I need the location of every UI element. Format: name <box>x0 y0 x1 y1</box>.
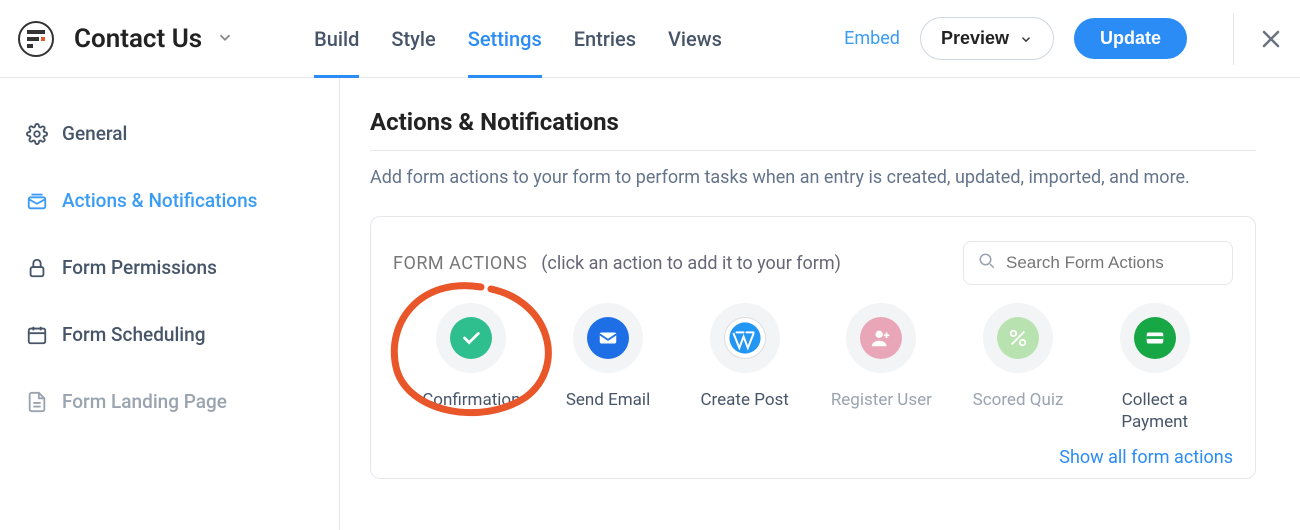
update-button[interactable]: Update <box>1074 18 1187 59</box>
sidebar-item-permissions[interactable]: Form Permissions <box>0 234 339 301</box>
sidebar-item-general[interactable]: General <box>0 100 339 167</box>
sidebar-item-label: General <box>62 122 127 145</box>
page-icon <box>26 391 48 413</box>
calendar-icon <box>26 324 48 346</box>
sidebar-item-label: Actions & Notifications <box>62 189 257 212</box>
sidebar-item-label: Form Permissions <box>62 256 217 279</box>
search-input[interactable] <box>1006 253 1218 273</box>
action-create-post[interactable]: Create Post <box>676 303 813 433</box>
tab-label: Build <box>314 27 359 51</box>
percent-icon <box>1007 327 1029 349</box>
actions-row: Confirmation Send Email <box>393 303 1233 433</box>
mail-stack-icon <box>26 190 48 212</box>
tab-label: Views <box>668 27 722 51</box>
sidebar-item-label: Form Scheduling <box>62 323 206 346</box>
sidebar-item-label: Form Landing Page <box>62 390 227 413</box>
panel-header: FORM ACTIONS (click an action to add it … <box>393 241 1233 285</box>
panel-label: FORM ACTIONS <box>393 253 527 274</box>
check-icon <box>460 327 482 349</box>
chevron-down-icon <box>1019 32 1033 46</box>
section-heading: Actions & Notifications <box>370 108 1256 151</box>
search-actions[interactable] <box>963 241 1233 285</box>
sidebar-item-landing[interactable]: Form Landing Page <box>0 368 339 435</box>
body: General Actions & Notifications Form Per… <box>0 78 1300 530</box>
header-tabs: Build Style Settings Entries Views <box>314 0 722 77</box>
tab-label: Settings <box>468 27 542 51</box>
title-dropdown[interactable] <box>216 28 234 50</box>
close-button[interactable] <box>1233 13 1282 65</box>
gear-icon <box>26 123 48 145</box>
action-label: Collect a Payment <box>1086 389 1223 433</box>
form-actions-panel: FORM ACTIONS (click an action to add it … <box>370 216 1256 479</box>
search-icon <box>978 252 996 274</box>
preview-button[interactable]: Preview <box>920 17 1054 60</box>
action-label: Create Post <box>700 389 788 411</box>
mail-icon <box>597 327 619 349</box>
tab-label: Entries <box>574 27 636 51</box>
action-label: Register User <box>831 389 932 411</box>
page-title: Contact Us <box>74 24 202 54</box>
tab-label: Style <box>391 27 435 51</box>
tab-style[interactable]: Style <box>391 0 435 77</box>
show-all-link[interactable]: Show all form actions <box>393 447 1233 468</box>
main-content: Actions & Notifications Add form actions… <box>340 78 1300 530</box>
tab-entries[interactable]: Entries <box>574 0 636 77</box>
lock-icon <box>26 257 48 279</box>
embed-link[interactable]: Embed <box>844 28 900 49</box>
action-label: Scored Quiz <box>973 389 1064 411</box>
user-plus-icon <box>870 327 892 349</box>
sidebar: General Actions & Notifications Form Per… <box>0 78 340 530</box>
panel-hint: (click an action to add it to your form) <box>541 253 841 274</box>
tab-settings[interactable]: Settings <box>468 0 542 77</box>
action-confirmation[interactable]: Confirmation <box>403 303 540 433</box>
action-label: Send Email <box>566 389 650 411</box>
preview-label: Preview <box>941 28 1009 49</box>
app-logo <box>18 21 54 57</box>
action-collect-payment[interactable]: Collect a Payment <box>1086 303 1223 433</box>
sidebar-item-actions[interactable]: Actions & Notifications <box>0 167 339 234</box>
action-label: Confirmation <box>422 389 520 411</box>
tab-views[interactable]: Views <box>668 0 722 77</box>
header: Contact Us Build Style Settings Entries … <box>0 0 1300 78</box>
header-actions: Embed Preview Update <box>844 13 1282 65</box>
wordpress-icon <box>728 321 762 355</box>
section-description: Add form actions to your form to perform… <box>370 167 1256 188</box>
action-send-email[interactable]: Send Email <box>540 303 677 433</box>
action-register-user[interactable]: Register User <box>813 303 950 433</box>
action-scored-quiz[interactable]: Scored Quiz <box>950 303 1087 433</box>
tab-build[interactable]: Build <box>314 0 359 77</box>
close-icon <box>1260 28 1282 50</box>
card-icon <box>1144 327 1166 349</box>
sidebar-item-scheduling[interactable]: Form Scheduling <box>0 301 339 368</box>
